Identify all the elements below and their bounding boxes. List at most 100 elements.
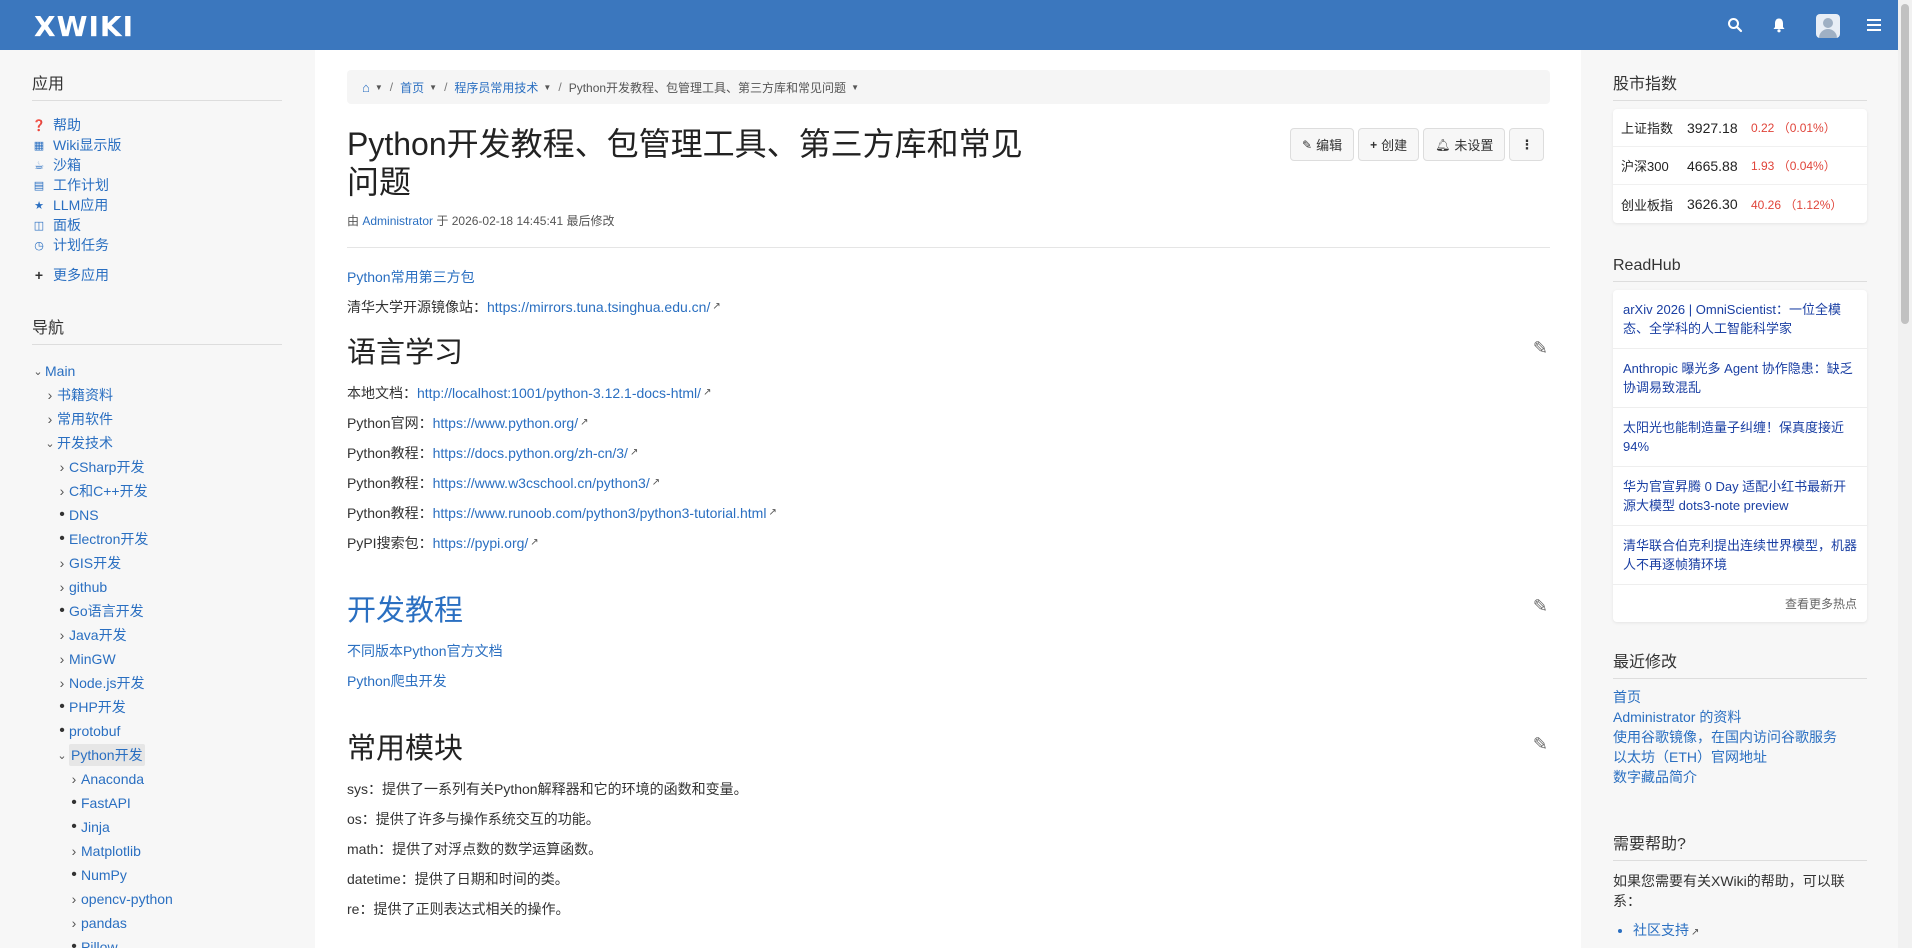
more-apps-label[interactable]: 更多应用 <box>53 265 109 285</box>
user-avatar[interactable] <box>1816 14 1840 38</box>
more-actions-button[interactable]: ⋮ <box>1509 128 1545 161</box>
content-link[interactable]: https://pypi.org/ <box>433 533 529 553</box>
app-panels[interactable]: ◫ 面板 <box>32 215 282 235</box>
tree-item-label[interactable]: Anaconda <box>81 771 144 787</box>
tree-item[interactable]: › GIS开发 <box>32 551 282 575</box>
tree-item-label[interactable]: CSharp开发 <box>69 457 144 477</box>
readhub-item[interactable]: 清华联合伯克利提出连续世界模型，机器人不再逐帧猜环境 <box>1613 526 1867 585</box>
tree-item[interactable]: • Pillow <box>32 935 282 948</box>
chevron-right-icon[interactable]: › <box>44 411 56 427</box>
chevron-right-icon[interactable]: › <box>56 651 68 667</box>
section-heading[interactable]: 开发教程 ✎ <box>347 580 1550 636</box>
more-apps-link[interactable]: + 更多应用 <box>32 265 282 285</box>
chevron-right-icon[interactable]: › <box>56 555 68 571</box>
recent-change-link[interactable]: 数字藏品简介 <box>1613 767 1867 787</box>
tree-item-label[interactable]: MinGW <box>69 651 116 667</box>
tree-item-label[interactable]: DNS <box>69 507 99 523</box>
help-item[interactable]: 社区支持↗ <box>1633 919 1867 944</box>
tree-item-label[interactable]: Node.js开发 <box>69 673 144 693</box>
tree-item-label[interactable]: PHP开发 <box>69 697 126 717</box>
tree-item-label[interactable]: 开发技术 <box>57 433 113 453</box>
chevron-right-icon[interactable]: › <box>56 627 68 643</box>
chevron-down-icon[interactable]: ▼ <box>543 83 551 92</box>
tree-item-label[interactable]: Jinja <box>81 819 110 835</box>
readhub-item[interactable]: Anthropic 曝光多 Agent 协作隐患：缺乏协调易致混乱 <box>1613 349 1867 408</box>
bell-icon[interactable] <box>1768 14 1790 36</box>
app-label[interactable]: Wiki显示版 <box>53 135 121 155</box>
chevron-down-icon[interactable]: ▼ <box>429 83 437 92</box>
author-link[interactable]: Administrator <box>362 214 433 228</box>
section-heading-text[interactable]: 开发教程 <box>347 587 463 629</box>
xwiki-logo[interactable]: XWIKI <box>34 10 134 43</box>
tree-item[interactable]: • Jinja <box>32 815 282 839</box>
tree-item[interactable]: › CSharp开发 <box>32 455 282 479</box>
tree-item-label[interactable]: opencv-python <box>81 891 173 907</box>
app-label[interactable]: 面板 <box>53 215 81 235</box>
scrollbar-thumb[interactable] <box>1901 4 1909 324</box>
tree-item-label[interactable]: protobuf <box>69 723 120 739</box>
tree-item[interactable]: • PHP开发 <box>32 695 282 719</box>
content-link[interactable]: Python爬虫开发 <box>347 671 447 691</box>
chevron-right-icon[interactable]: › <box>56 579 68 595</box>
chevron-right-icon[interactable]: › <box>44 387 56 403</box>
chevron-right-icon[interactable]: › <box>68 771 80 787</box>
chevron-down-icon[interactable]: ⌄ <box>56 749 68 762</box>
tree-item[interactable]: • protobuf <box>32 719 282 743</box>
readhub-item[interactable]: 华为官宣昇腾 0 Day 适配小红书最新开源大模型 dots3-note pre… <box>1613 467 1867 526</box>
content-link[interactable]: https://www.python.org/ <box>433 413 579 433</box>
app-help[interactable]: ❓ 帮助 <box>32 115 282 135</box>
app-sandbox[interactable]: ☕ 沙箱 <box>32 155 282 175</box>
readhub-more-link[interactable]: 查看更多热点 <box>1613 585 1867 622</box>
breadcrumb-home[interactable]: 首页 <box>400 79 424 96</box>
pencil-icon[interactable]: ✎ <box>1533 596 1548 617</box>
chevron-right-icon[interactable]: › <box>68 843 80 859</box>
tree-item-label[interactable]: C和C++开发 <box>69 481 148 501</box>
chevron-down-icon[interactable]: ⌄ <box>44 437 56 450</box>
menu-icon[interactable] <box>1864 14 1886 36</box>
tree-item[interactable]: › C和C++开发 <box>32 479 282 503</box>
tree-item[interactable]: • DNS <box>32 503 282 527</box>
chevron-down-icon[interactable]: ▼ <box>375 83 383 92</box>
tree-item-label[interactable]: FastAPI <box>81 795 131 811</box>
chevron-right-icon[interactable]: › <box>68 891 80 907</box>
tree-item[interactable]: • FastAPI <box>32 791 282 815</box>
app-label[interactable]: LLM应用 <box>53 195 108 215</box>
content-link[interactable]: https://docs.python.org/zh-cn/3/ <box>433 443 628 463</box>
community-support-link[interactable]: 社区支持 <box>1633 922 1689 938</box>
content-link[interactable]: http://localhost:1001/python-3.12.1-docs… <box>417 383 701 403</box>
chevron-right-icon[interactable]: › <box>68 915 80 931</box>
tree-item-label[interactable]: 书籍资料 <box>57 385 113 405</box>
pencil-icon[interactable]: ✎ <box>1533 734 1548 755</box>
tree-item[interactable]: ⌄ Python开发 <box>32 743 282 767</box>
recent-change-link[interactable]: 以太坊（ETH）官网地址 <box>1613 747 1867 767</box>
breadcrumb-category[interactable]: 程序员常用技术 <box>454 79 538 96</box>
chevron-right-icon[interactable]: › <box>56 675 68 691</box>
app-scheduler[interactable]: ◷ 计划任务 <box>32 235 282 255</box>
create-button[interactable]: + 创建 <box>1358 128 1420 161</box>
tree-item[interactable]: › MinGW <box>32 647 282 671</box>
tree-item[interactable]: › github <box>32 575 282 599</box>
tree-item[interactable]: › opencv-python <box>32 887 282 911</box>
tree-item-label[interactable]: Java开发 <box>69 625 127 645</box>
tree-item[interactable]: › Node.js开发 <box>32 671 282 695</box>
tree-item-label[interactable]: Pillow <box>81 939 118 948</box>
chevron-down-icon[interactable]: ⌄ <box>32 365 44 378</box>
readhub-item[interactable]: 太阳光也能制造量子纠缠！保真度接近94% <box>1613 408 1867 467</box>
tree-item[interactable]: • Go语言开发 <box>32 599 282 623</box>
edit-button[interactable]: ✎ 编辑 <box>1290 128 1355 161</box>
chevron-down-icon[interactable]: ▼ <box>851 83 859 92</box>
tree-item-label[interactable]: pandas <box>81 915 127 931</box>
tree-item-label[interactable]: Matplotlib <box>81 843 141 859</box>
tree-item-label[interactable]: Main <box>45 363 75 379</box>
tree-item[interactable]: › pandas <box>32 911 282 935</box>
app-label[interactable]: 工作计划 <box>53 175 109 195</box>
page-scrollbar[interactable] <box>1898 0 1912 948</box>
recent-change-link[interactable]: 首页 <box>1613 687 1867 707</box>
tree-item[interactable]: › 常用软件 <box>32 407 282 431</box>
tree-item[interactable]: • NumPy <box>32 863 282 887</box>
tree-item[interactable]: ⌄ 开发技术 <box>32 431 282 455</box>
chevron-right-icon[interactable]: › <box>56 459 68 475</box>
tree-item[interactable]: › 书籍资料 <box>32 383 282 407</box>
mirror-link[interactable]: https://mirrors.tuna.tsinghua.edu.cn/ <box>487 297 710 317</box>
content-link[interactable]: https://www.w3cschool.cn/python3/ <box>433 473 650 493</box>
